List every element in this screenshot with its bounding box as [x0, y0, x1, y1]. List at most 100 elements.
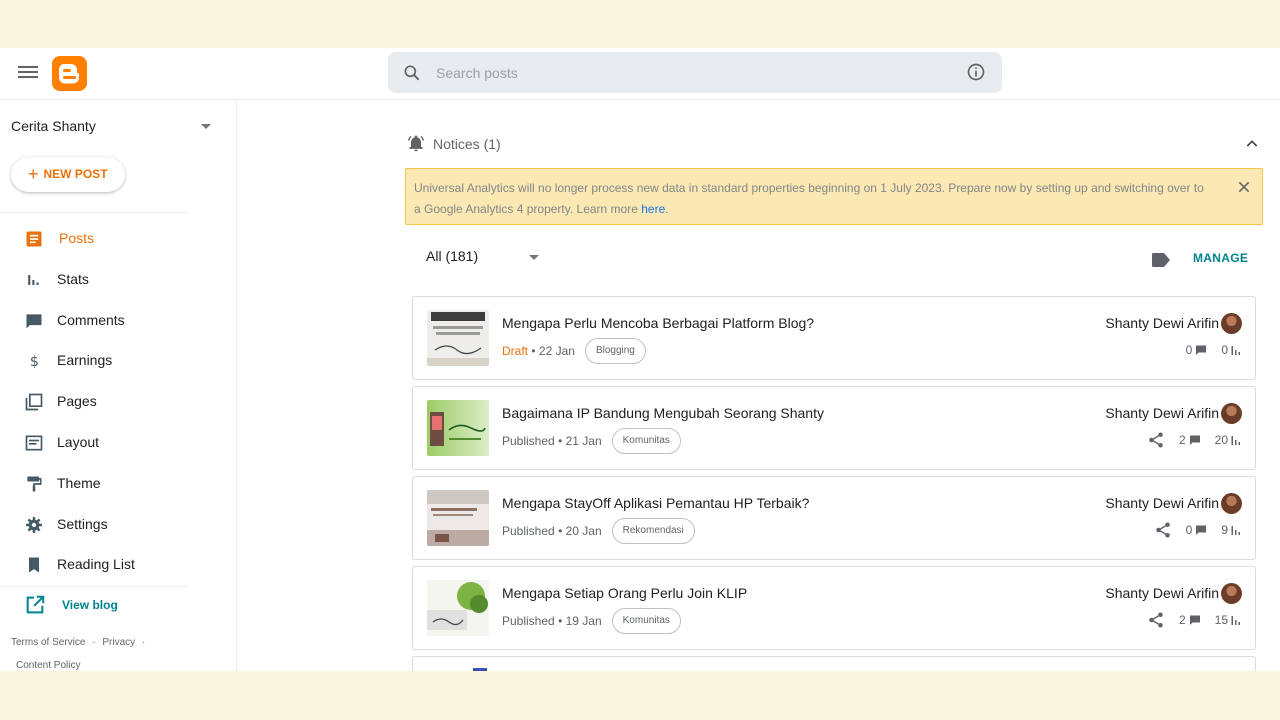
comment-icon	[1189, 435, 1200, 445]
post-author: Shanty Dewi Arifin	[1105, 495, 1219, 511]
post-label-chip[interactable]: Blogging	[584, 338, 646, 364]
caret-down-icon	[529, 255, 539, 260]
chevron-up-icon[interactable]	[1244, 136, 1260, 152]
comment-count: 2	[1178, 433, 1186, 447]
notice-end: .	[665, 202, 669, 216]
sidebar-item-reading-list[interactable]: Reading List	[0, 547, 200, 583]
post-label-chip[interactable]: Komunitas	[611, 428, 681, 454]
avatar	[1221, 583, 1242, 604]
new-post-button[interactable]: + NEW POST	[11, 157, 125, 192]
notices-header[interactable]: Notices (1)	[406, 133, 1262, 155]
avatar	[1221, 403, 1242, 424]
notice-learn-more-link[interactable]: here	[641, 202, 665, 216]
terms-link[interactable]: Terms of Service	[11, 637, 85, 648]
post-row[interactable]: Mengapa Perlu Mencoba Berbagai Platform …	[412, 296, 1256, 380]
sidebar-item-earnings[interactable]: $ Earnings	[0, 343, 200, 379]
sidebar-item-layout[interactable]: Layout	[0, 425, 200, 461]
content-policy-link[interactable]: Content Policy	[16, 660, 80, 671]
post-title[interactable]: Bagaimana IP Bandung Mengubah Seorang Sh…	[502, 405, 824, 421]
comment-icon	[1196, 345, 1207, 355]
blog-selector[interactable]: Cerita Shanty	[11, 118, 221, 140]
manage-labels-button[interactable]: MANAGE	[1193, 251, 1248, 265]
post-status: Published	[502, 434, 555, 448]
sidebar-item-label: Theme	[57, 475, 101, 491]
sidebar-item-posts[interactable]: Posts	[0, 221, 200, 257]
post-label-chip[interactable]: Komunitas	[611, 608, 681, 634]
post-row[interactable]: Mengapa Setiap Orang Perlu Join KLIP Pub…	[412, 566, 1256, 650]
bookmark-icon	[29, 557, 39, 573]
sidebar-item-pages[interactable]: Pages	[0, 384, 200, 420]
sidebar-item-label: Layout	[57, 434, 100, 450]
view-count: 15	[1214, 613, 1228, 627]
post-label-chip[interactable]: Rekomendasi	[611, 518, 695, 544]
privacy-link[interactable]: Privacy	[102, 637, 135, 648]
divider	[0, 212, 189, 213]
post-author: Shanty Dewi Arifin	[1105, 315, 1219, 331]
post-status: Draft	[502, 344, 529, 358]
search-icon[interactable]	[402, 63, 422, 83]
post-date: • 22 Jan	[531, 344, 575, 358]
post-date: • 21 Jan	[558, 434, 602, 448]
post-thumbnail	[427, 310, 489, 366]
comments-icon	[26, 314, 42, 329]
footer-links: Terms of Service · Privacy · Content Pol…	[11, 631, 171, 671]
divider	[0, 586, 189, 587]
post-thumbnail	[427, 580, 489, 636]
post-row-partial[interactable]	[412, 656, 1256, 671]
share-icon[interactable]	[1147, 611, 1165, 629]
sidebar-item-label: Reading List	[57, 556, 135, 572]
post-thumbnail	[427, 490, 489, 546]
notice-text: Universal Analytics will no longer proce…	[414, 181, 1204, 216]
blogger-logo[interactable]	[52, 56, 87, 91]
post-stats: 0 0	[1186, 341, 1241, 359]
post-title[interactable]: Mengapa Setiap Orang Perlu Join KLIP	[502, 585, 747, 601]
footer-separator: ·	[141, 637, 146, 648]
sidebar-item-theme[interactable]: Theme	[0, 466, 200, 502]
top-bar	[0, 48, 1280, 100]
caret-down-icon	[201, 124, 211, 129]
post-title[interactable]: Mengapa Perlu Mencoba Berbagai Platform …	[502, 315, 814, 331]
view-count: 0	[1221, 343, 1228, 357]
search-bar[interactable]	[388, 52, 1002, 93]
menu-icon[interactable]	[18, 64, 38, 82]
dollar-icon: $	[30, 354, 39, 370]
stats-icon	[28, 275, 39, 285]
post-status: Published	[502, 614, 555, 628]
sidebar-item-stats[interactable]: Stats	[0, 262, 200, 298]
post-author: Shanty Dewi Arifin	[1105, 585, 1219, 601]
comment-count: 2	[1178, 613, 1186, 627]
layout-icon	[25, 435, 43, 451]
footer-separator: ·	[92, 637, 96, 648]
pages-icon	[25, 393, 43, 411]
post-title[interactable]: Mengapa StayOff Aplikasi Pemantau HP Ter…	[502, 495, 809, 511]
search-input[interactable]	[436, 52, 936, 93]
gear-icon	[26, 517, 42, 533]
sidebar-item-settings[interactable]: Settings	[0, 507, 200, 543]
post-date: • 20 Jan	[558, 524, 602, 538]
comment-icon	[1196, 525, 1207, 535]
post-row[interactable]: Bagaimana IP Bandung Mengubah Seorang Sh…	[412, 386, 1256, 470]
view-count: 20	[1214, 433, 1228, 447]
avatar	[1221, 493, 1242, 514]
close-icon[interactable]	[1236, 179, 1252, 195]
sidebar-item-label: Stats	[57, 271, 89, 287]
avatar	[1221, 313, 1242, 334]
info-icon[interactable]	[966, 62, 986, 82]
comment-count: 0	[1185, 523, 1193, 537]
view-blog-link[interactable]: View blog	[24, 594, 118, 621]
sidebar: Cerita Shanty + NEW POST Posts Stats Comm…	[0, 100, 237, 671]
post-filter-dropdown[interactable]: All (181)	[426, 248, 542, 270]
post-stats: 0 9	[1154, 521, 1241, 539]
share-icon[interactable]	[1147, 431, 1165, 449]
sidebar-item-label: Pages	[57, 393, 97, 409]
label-icon[interactable]	[1152, 253, 1170, 267]
share-icon[interactable]	[1154, 521, 1172, 539]
view-count: 9	[1221, 523, 1228, 537]
bar-chart-icon	[1231, 436, 1240, 445]
post-row[interactable]: Mengapa StayOff Aplikasi Pemantau HP Ter…	[412, 476, 1256, 560]
view-blog-label: View blog	[62, 598, 118, 612]
comment-icon	[1189, 615, 1200, 625]
sidebar-item-label: Comments	[57, 312, 125, 328]
post-meta: Draft • 22 Jan Blogging	[502, 337, 646, 365]
sidebar-item-comments[interactable]: Comments	[0, 303, 200, 339]
